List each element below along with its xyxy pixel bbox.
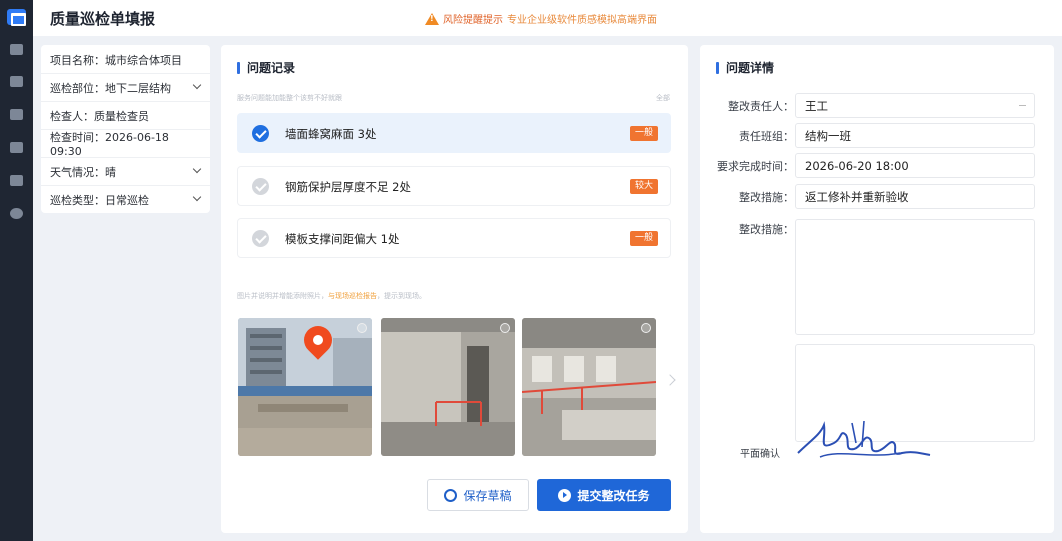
owner-row: 整改责任人： 王工 [700, 93, 1035, 118]
project-label: 项目名称：城市综合体项目 [50, 53, 182, 67]
chevron-right-icon[interactable] [664, 374, 676, 386]
save-draft-label: 保存草稿 [463, 488, 512, 503]
notice-label: 风险提醒提示 [443, 15, 503, 26]
weather-label: 天气情况：晴 [50, 165, 116, 179]
severity-badge: 较大 [629, 179, 658, 194]
records-hint: 服务问题能加能整个该剪不好就跟 [237, 94, 342, 102]
photo-hint-tail: ，提示到现场。 [377, 292, 426, 300]
warning-icon [425, 12, 439, 25]
site-photo[interactable] [522, 318, 656, 456]
time-label: 检查时间：2026-06-18 09:30 [50, 131, 169, 158]
notice-text: 专业企业级软件质感模拟高端界面 [507, 15, 657, 26]
records-filter[interactable]: 全部 [656, 93, 670, 103]
checked-icon[interactable] [252, 125, 269, 142]
issue-item[interactable]: 模板支撑间距偏大 1处 一般 [237, 218, 671, 258]
chevron-down-icon[interactable] [192, 192, 202, 202]
select-photo-radio[interactable] [641, 323, 651, 333]
measure-value: 返工修补并重新验收 [805, 189, 909, 204]
clear-icon[interactable] [1019, 105, 1026, 106]
photo-hint-text: 图片并说明并增能添附照片， [237, 292, 328, 300]
issue-text: 钢筋保护层厚度不足 2处 [285, 180, 411, 194]
due-row: 要求完成时间： 2026-06-20 18:00 [700, 153, 1035, 178]
weather-select[interactable]: 天气情况：晴 [41, 158, 210, 186]
measure-input[interactable]: 返工修补并重新验收 [795, 184, 1035, 209]
type-select[interactable]: 巡检类型：日常巡检 [41, 186, 210, 214]
header: 质量巡检单填报 风险提醒提示 专业企业级软件质感模拟高端界面 [33, 0, 1062, 36]
save-draft-button[interactable]: 保存草稿 [427, 479, 529, 511]
calendar-check-icon[interactable] [10, 175, 23, 186]
issue-text: 模板支撑间距偏大 1处 [285, 232, 400, 246]
records-heading: 问题记录 [237, 59, 295, 76]
time-field[interactable]: 检查时间：2026-06-18 09:30 [41, 130, 210, 158]
records-title: 问题记录 [247, 61, 296, 75]
chevron-down-icon[interactable] [192, 164, 202, 174]
site-photo[interactable] [238, 318, 372, 456]
photo-hint-link[interactable]: 与现场巡检报告 [328, 292, 377, 300]
site-photo-image [381, 318, 515, 456]
submit-label: 提交整改任务 [577, 488, 650, 503]
issue-text: 墙面蜂窝麻面 3处 [285, 127, 377, 141]
team-value: 结构一班 [805, 128, 851, 143]
measure2-row: 整改措施： [700, 221, 794, 237]
location-select[interactable]: 巡检部位：地下二层结构 [41, 74, 210, 102]
location-label: 巡检部位：地下二层结构 [50, 81, 171, 95]
page-title: 质量巡检单填报 [50, 10, 156, 28]
select-photo-radio[interactable] [357, 323, 367, 333]
measure2-label: 整改措施： [739, 223, 794, 236]
heading-accent [237, 61, 240, 74]
chevron-down-icon[interactable] [192, 80, 202, 90]
detail-title: 问题详情 [726, 61, 775, 75]
grid-icon[interactable] [10, 142, 23, 153]
detail-heading: 问题详情 [716, 59, 774, 76]
settings-icon[interactable] [10, 208, 23, 219]
inspector-field: 检查人：质量检查员 [41, 102, 210, 130]
owner-label: 整改责任人： [728, 99, 794, 113]
due-label: 要求完成时间： [717, 159, 794, 173]
app-logo-icon[interactable] [7, 9, 26, 26]
due-date-input[interactable]: 2026-06-20 18:00 [795, 153, 1035, 178]
inspection-info-panel: 项目名称：城市综合体项目 巡检部位：地下二层结构 检查人：质量检查员 检查时间：… [41, 45, 210, 213]
due-value: 2026-06-20 18:00 [805, 158, 909, 173]
unchecked-icon[interactable] [252, 230, 269, 247]
sign-label: 平面确认 [740, 449, 780, 460]
issue-item[interactable]: 钢筋保护层厚度不足 2处 较大 [237, 166, 671, 206]
issue-detail-panel: 问题详情 整改责任人： 王工 责任班组： 结构一班 要求完成时间： 2026-0… [700, 45, 1054, 533]
measure-textarea[interactable] [795, 219, 1035, 335]
issue-item[interactable]: 墙面蜂窝麻面 3处 一般 [237, 113, 671, 153]
building-icon[interactable] [10, 109, 23, 120]
inspector-label: 检查人：质量检查员 [50, 109, 149, 123]
calendar-icon[interactable] [10, 76, 23, 87]
issue-records-panel: 问题记录 服务问题能加能整个该剪不好就跟 全部 墙面蜂窝麻面 3处 一般 钢筋保… [221, 45, 688, 533]
signature-image [797, 420, 931, 458]
heading-accent [716, 61, 719, 74]
owner-value: 王工 [805, 98, 828, 113]
play-icon [558, 488, 572, 502]
site-photo[interactable] [381, 318, 515, 456]
submit-task-button[interactable]: 提交整改任务 [537, 479, 671, 511]
team-label: 责任班组： [739, 129, 794, 143]
severity-badge: 一般 [629, 126, 658, 141]
site-photo-image [522, 318, 656, 456]
severity-badge: 一般 [629, 231, 658, 246]
save-icon [444, 488, 458, 502]
team-input[interactable]: 结构一班 [795, 123, 1035, 148]
measure-label: 整改措施： [739, 190, 794, 204]
type-label: 巡检类型：日常巡检 [50, 194, 149, 207]
home-icon[interactable] [10, 44, 23, 55]
team-row: 责任班组： 结构一班 [700, 123, 1035, 148]
owner-select[interactable]: 王工 [795, 93, 1035, 118]
unchecked-icon[interactable] [252, 178, 269, 195]
side-nav [0, 0, 33, 541]
risk-notice: 风险提醒提示 专业企业级软件质感模拟高端界面 [425, 11, 657, 26]
measure-row: 整改措施： 返工修补并重新验收 [700, 184, 1035, 209]
project-field: 项目名称：城市综合体项目 [41, 46, 210, 74]
photo-hint: 图片并说明并增能添附照片，与现场巡检报告，提示到现场。 [237, 291, 426, 301]
select-photo-radio[interactable] [500, 323, 510, 333]
